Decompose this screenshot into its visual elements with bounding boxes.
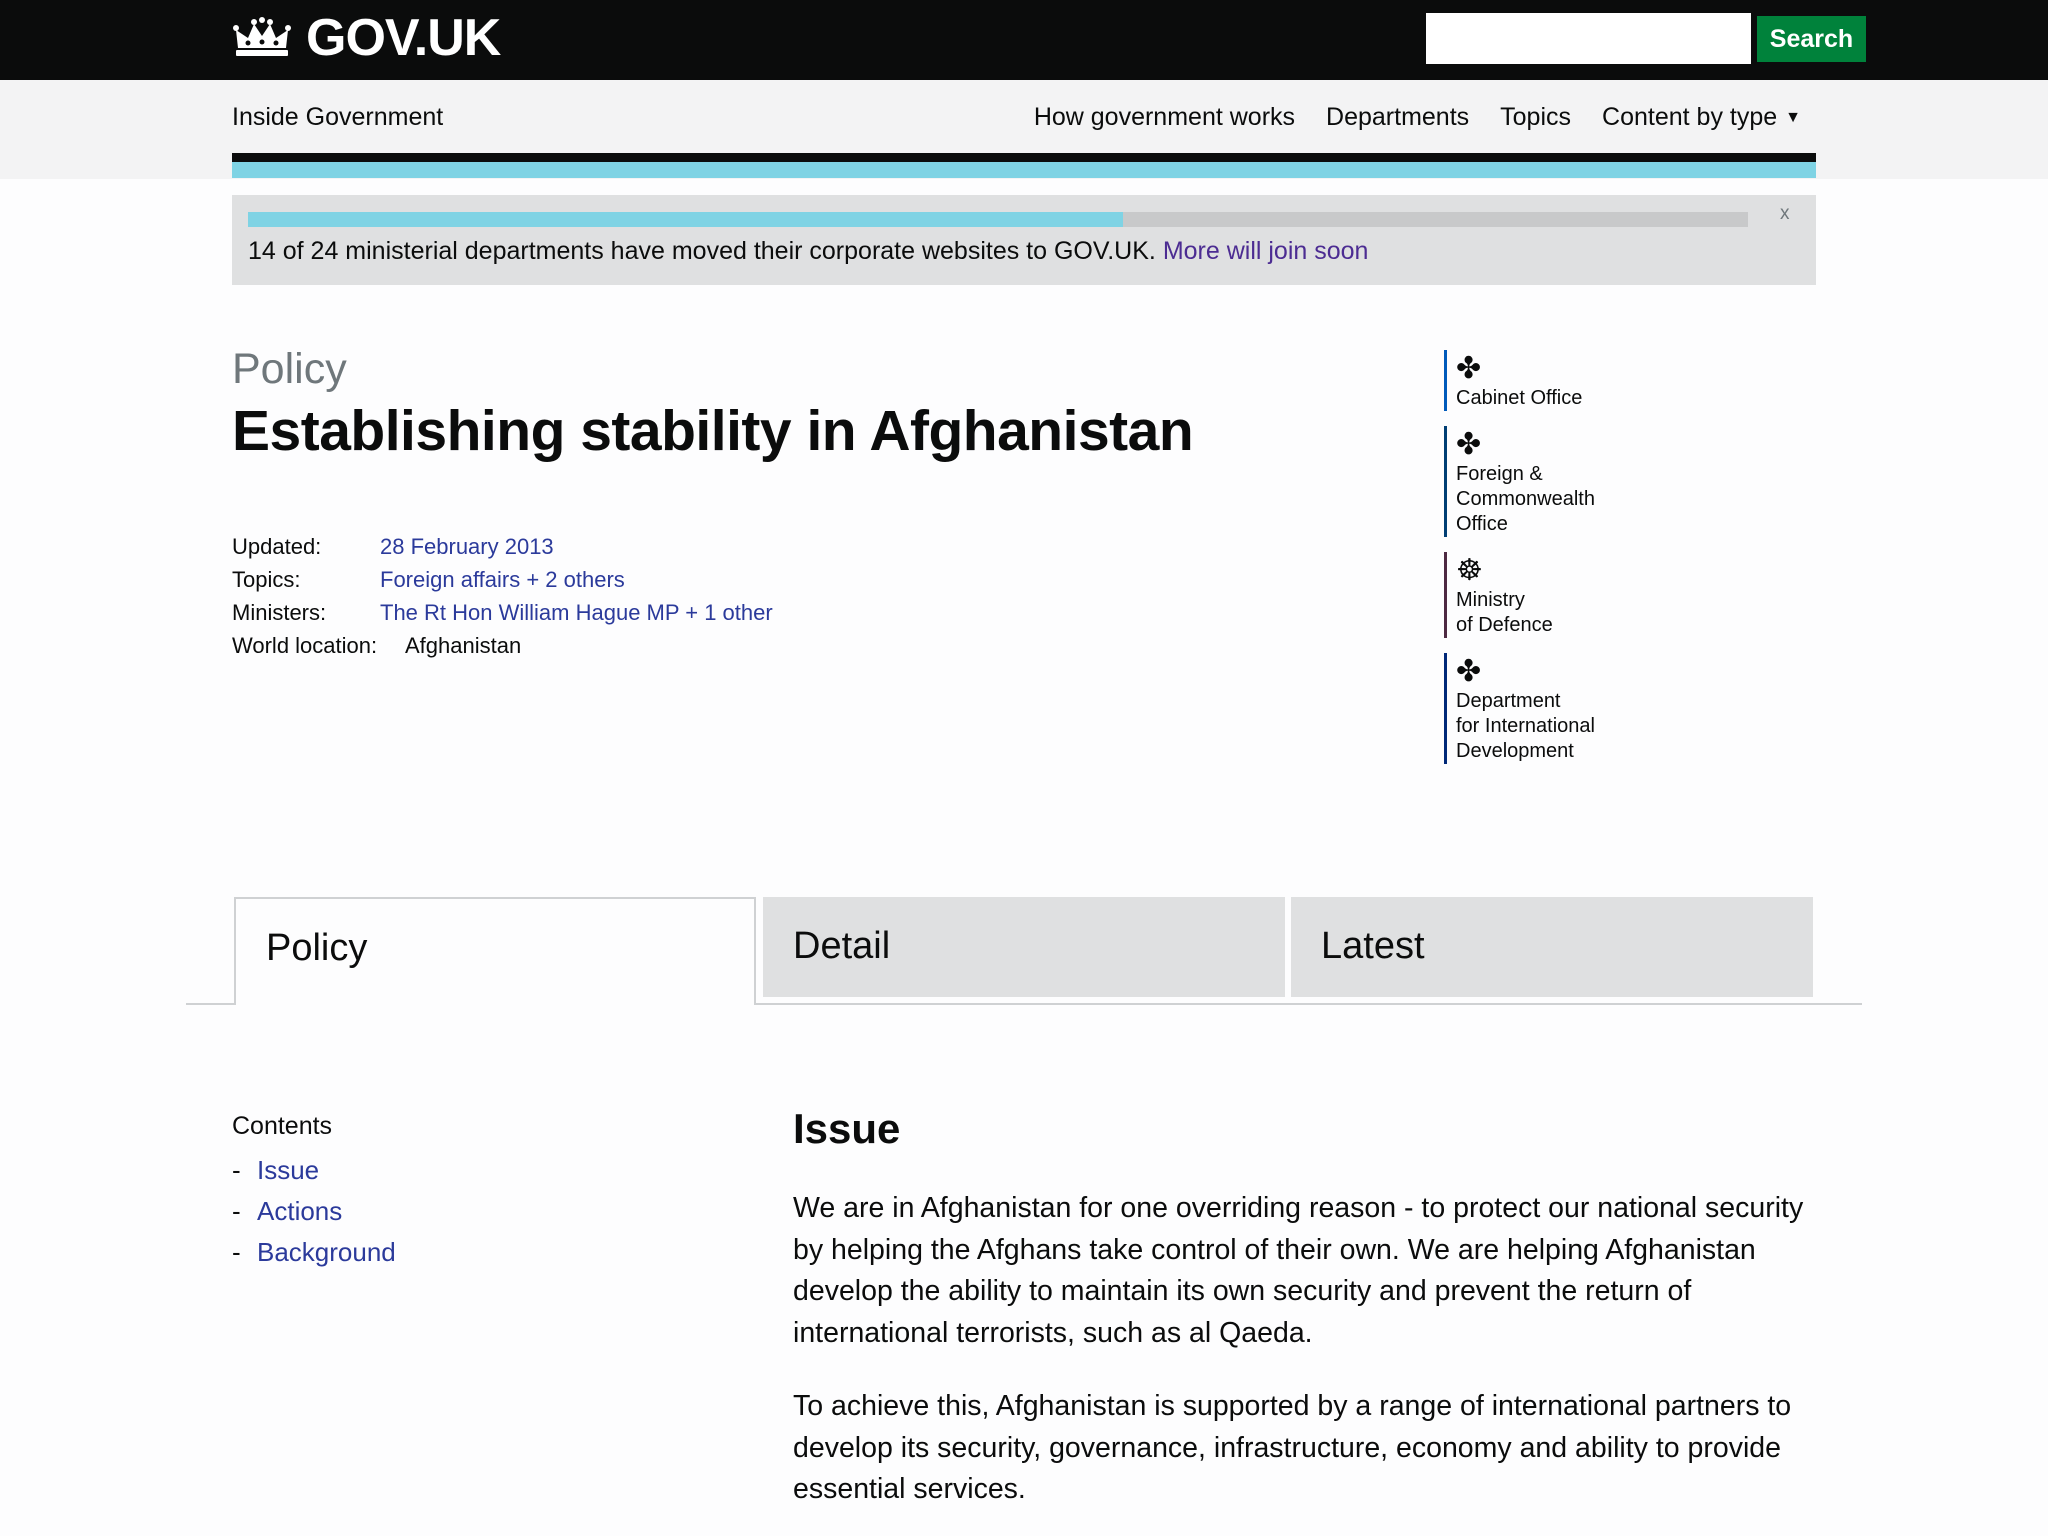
world-location-value: Afghanistan [405,633,522,658]
crown-icon [233,17,291,56]
contents-list: - Issue - Actions - Background [232,1150,396,1273]
transition-banner: x 14 of 24 ministerial departments have … [232,195,1816,285]
close-banner-button[interactable]: x [1780,203,1790,225]
org-colour-bar [1444,653,1447,764]
header-accent-rule [232,162,1816,178]
search-input[interactable] [1426,13,1751,64]
govuk-logo-link[interactable]: GOV.UK [232,8,501,68]
royal-arms-icon: ✤ [1456,351,1482,385]
transition-progress-bar [248,212,1748,227]
org-name: Foreign & Commonwealth Office [1456,463,1595,535]
nav-how-government-works[interactable]: How government works [1034,103,1295,132]
meta-ministers: Ministers: The Rt Hon William Hague MP +… [232,596,773,629]
topics-link[interactable]: Foreign affairs + 2 others [380,563,625,596]
tab-detail[interactable]: Detail [763,897,1285,997]
meta-label: Ministers: [232,600,327,625]
contents-link-issue[interactable]: Issue [257,1150,319,1191]
org-dfid[interactable]: ✤ Department for International Developme… [1444,653,1704,764]
transition-progress-fill [248,212,1123,227]
inside-government-link[interactable]: Inside Government [232,103,443,132]
header-rule [232,153,1816,162]
list-dash: - [232,1196,241,1226]
org-colour-bar [1444,426,1447,537]
meta-topics: Topics: Foreign affairs + 2 others [232,563,773,596]
list-item: - Issue [232,1150,396,1191]
primary-nav: How government works Departments Topics … [1034,103,1801,132]
org-mod[interactable]: ☸ Ministry of Defence [1444,552,1704,638]
tab-latest[interactable]: Latest [1291,897,1813,997]
tab-policy[interactable]: Policy [234,897,756,1005]
org-colour-bar [1444,552,1447,638]
nav-content-by-type[interactable]: Content by type ▼ [1602,103,1801,132]
section-heading-issue: Issue [793,1105,901,1152]
nav-departments[interactable]: Departments [1326,103,1469,132]
logo-text: GOV.UK [306,9,501,67]
ministers-link[interactable]: The Rt Hon William Hague MP + 1 other [380,596,773,629]
royal-arms-icon: ✤ [1456,427,1482,461]
list-item: - Background [232,1232,396,1273]
mod-crest-icon: ☸ [1456,553,1483,587]
royal-arms-icon: ✤ [1456,654,1482,688]
contents-link-actions[interactable]: Actions [257,1191,342,1232]
meta-label: Updated: [232,534,322,559]
nav-content-by-type-label: Content by type [1602,103,1778,131]
org-colour-bar [1444,350,1447,411]
meta-updated: Updated: 28 February 2013 [232,530,773,563]
contents-link-background[interactable]: Background [257,1232,396,1273]
page-title: Establishing stability in Afghanistan [232,399,1194,463]
meta-world-location: World location: Afghanistan [232,629,773,662]
article-paragraph: To achieve this, Afghanistan is supporte… [793,1390,1792,1505]
org-fco[interactable]: ✤ Foreign & Commonwealth Office [1444,426,1704,537]
caret-down-icon: ▼ [1785,109,1801,127]
organisation-logos: ✤ Cabinet Office ✤ Foreign & Commonwealt… [1444,350,1704,779]
org-cabinet-office[interactable]: ✤ Cabinet Office [1444,350,1704,411]
org-name: Department for International Development [1456,690,1595,762]
list-dash: - [232,1155,241,1185]
policy-metadata: Updated: 28 February 2013 Topics: Foreig… [232,530,773,662]
meta-label: World location: [232,633,378,658]
global-header: GOV.UK Search [0,0,2048,80]
nav-topics[interactable]: Topics [1500,103,1571,132]
banner-text: 14 of 24 ministerial departments have mo… [248,237,1163,265]
org-name: Cabinet Office [1456,387,1583,409]
list-item: - Actions [232,1191,396,1232]
meta-label: Topics: [232,567,301,592]
search-button[interactable]: Search [1757,16,1866,62]
page-type-label: Policy [232,345,347,393]
article-paragraph: We are in Afghanistan for one overriding… [793,1192,1804,1349]
more-will-join-link[interactable]: More will join soon [1163,237,1369,265]
list-dash: - [232,1237,241,1267]
org-name: Ministry of Defence [1456,589,1553,636]
contents-heading: Contents [232,1112,333,1140]
banner-message: 14 of 24 ministerial departments have mo… [248,237,1368,266]
updated-date-link[interactable]: 28 February 2013 [380,530,554,563]
